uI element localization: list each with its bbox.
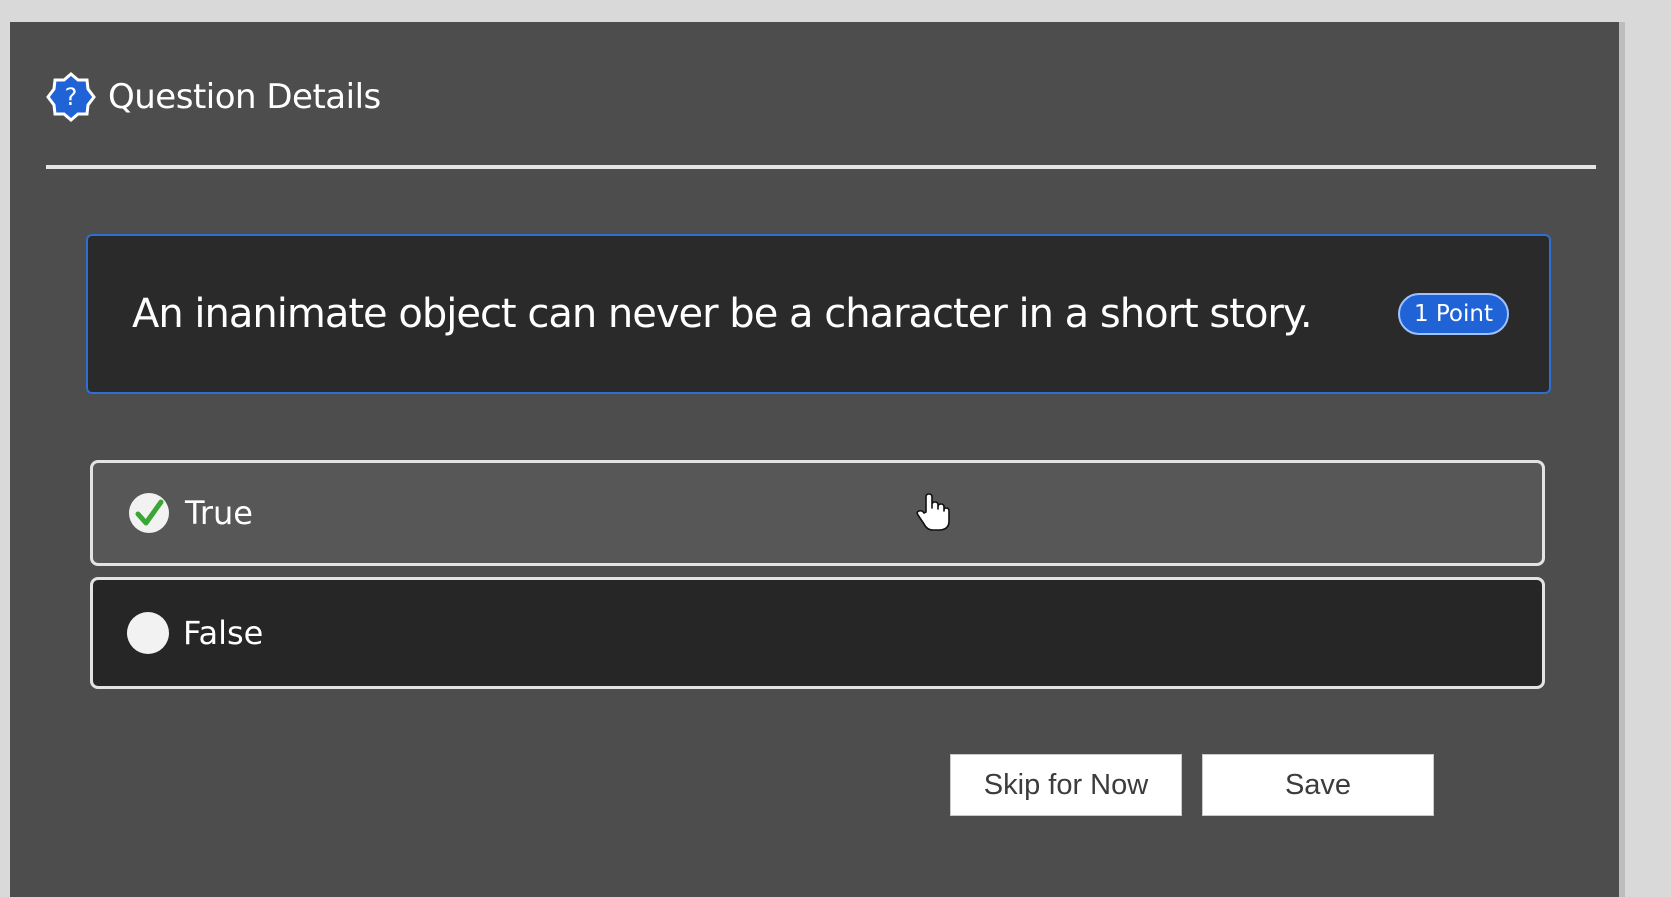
skip-for-now-button[interactable]: Skip for Now (950, 754, 1182, 816)
question-panel: ? Question Details An inanimate object c… (10, 22, 1625, 897)
answer-label-true: True (185, 494, 253, 532)
answer-option-true[interactable]: True (90, 460, 1545, 566)
question-card: An inanimate object can never be a chara… (86, 234, 1551, 394)
answer-option-false[interactable]: False (90, 577, 1545, 689)
save-button[interactable]: Save (1202, 754, 1434, 816)
svg-text:?: ? (65, 83, 78, 111)
hand-cursor-icon (916, 493, 950, 531)
answer-label-false: False (183, 614, 264, 652)
question-badge-icon: ? (46, 72, 96, 122)
points-badge: 1 Point (1397, 293, 1509, 335)
radio-empty-icon[interactable] (127, 612, 169, 654)
header-divider (46, 165, 1596, 169)
question-text: An inanimate object can never be a chara… (132, 291, 1313, 337)
check-circle-icon (129, 493, 169, 533)
page-title: Question Details (108, 77, 381, 117)
header: ? Question Details (46, 72, 381, 122)
